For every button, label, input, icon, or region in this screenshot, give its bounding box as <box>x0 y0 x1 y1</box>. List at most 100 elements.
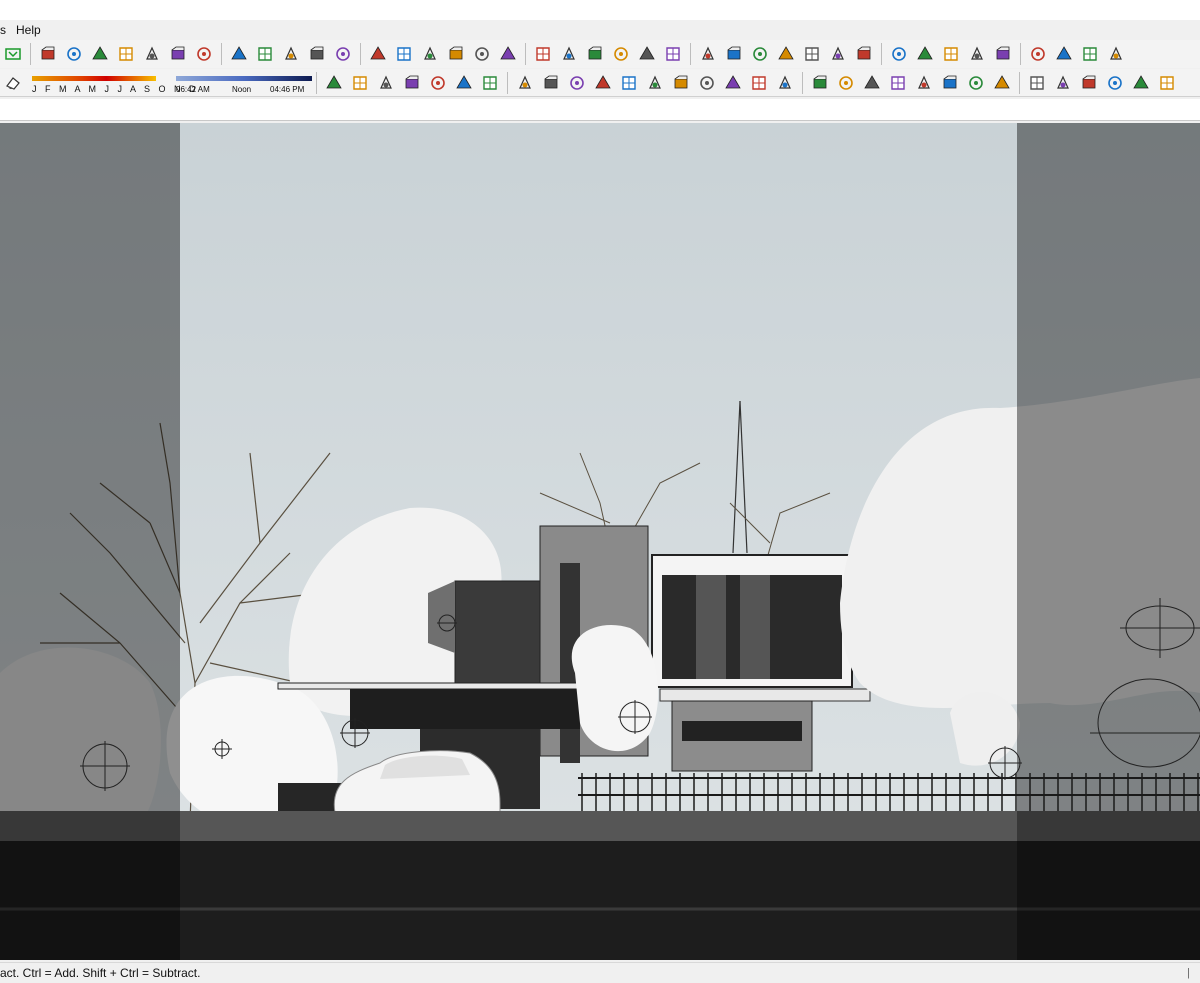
group-icon[interactable] <box>808 71 832 95</box>
ruler-icon[interactable] <box>669 71 693 95</box>
sandbox-icon[interactable] <box>366 42 390 66</box>
doors-icon[interactable] <box>539 71 563 95</box>
menu-item-tools[interactable]: s <box>0 23 6 37</box>
offset-icon[interactable] <box>583 42 607 66</box>
cube-outline-icon[interactable] <box>886 71 910 95</box>
square-icon[interactable] <box>478 71 502 95</box>
stop-icon[interactable] <box>1078 42 1102 66</box>
plugin-icon[interactable] <box>722 42 746 66</box>
menu-bar: s Help <box>0 20 1200 40</box>
push-pull-icon[interactable] <box>531 42 555 66</box>
smoove-icon[interactable] <box>392 42 416 66</box>
solid-tools-icon[interactable] <box>635 42 659 66</box>
gear-icon[interactable] <box>852 42 876 66</box>
dome-icon[interactable] <box>747 71 771 95</box>
teapot-icon[interactable] <box>1077 71 1101 95</box>
eye-icon[interactable] <box>696 42 720 66</box>
toolbar-separator <box>1019 71 1020 94</box>
drape-icon[interactable] <box>444 42 468 66</box>
eraser-icon[interactable] <box>1 71 25 95</box>
front-view-icon[interactable] <box>88 42 112 66</box>
model-viewport[interactable] <box>0 123 1200 960</box>
table-icon[interactable] <box>513 71 537 95</box>
menu-item-help[interactable]: Help <box>16 23 41 37</box>
sketchup-window: s Help J F M A M J J A S O N D 06:42 AM … <box>0 0 1200 983</box>
rectangle-icon[interactable] <box>965 42 989 66</box>
top-view-icon[interactable] <box>62 42 86 66</box>
star-icon[interactable] <box>721 71 745 95</box>
outer-shell-icon[interactable] <box>661 42 685 66</box>
cycle-icon[interactable] <box>1155 71 1179 95</box>
cube-icon[interactable] <box>374 71 398 95</box>
flip-edge-icon[interactable] <box>496 42 520 66</box>
position-camera-icon[interactable] <box>800 42 824 66</box>
month-labels: J F M A M J J A S O N D <box>32 83 199 94</box>
stamp-icon[interactable] <box>418 42 442 66</box>
toolbar-separator <box>507 71 508 94</box>
month-slider-track <box>32 75 156 81</box>
time-slider-track <box>176 75 312 81</box>
toolbar-separator <box>30 43 31 65</box>
status-right-mark: | <box>1187 967 1190 979</box>
left-view-icon[interactable] <box>166 42 190 66</box>
ring-icon[interactable] <box>643 71 667 95</box>
camera-icon[interactable] <box>591 71 615 95</box>
wireframe-icon[interactable] <box>253 42 277 66</box>
play-icon[interactable] <box>1052 42 1076 66</box>
title-strip <box>0 0 1200 20</box>
textured-icon[interactable] <box>331 42 355 66</box>
toolbar-separator <box>221 43 222 65</box>
vray-icon[interactable] <box>1026 42 1050 66</box>
house-icon[interactable] <box>565 71 589 95</box>
toolbar-separator <box>316 71 317 94</box>
look-around-icon[interactable] <box>774 42 798 66</box>
secondary-toolbar: J F M A M J J A S O N D 06:42 AM Noon 04… <box>0 69 1200 97</box>
intersect-icon[interactable] <box>609 42 633 66</box>
right-view-icon[interactable] <box>114 42 138 66</box>
line-icon[interactable] <box>939 42 963 66</box>
back-view-icon[interactable] <box>140 42 164 66</box>
sphere-wire-icon[interactable] <box>964 71 988 95</box>
cube-solid-icon[interactable] <box>912 71 936 95</box>
grass-icon[interactable] <box>400 71 424 95</box>
bottom-view-icon[interactable] <box>192 42 216 66</box>
hidden-line-icon[interactable] <box>279 42 303 66</box>
globe-icon[interactable] <box>938 71 962 95</box>
month-slider[interactable]: J F M A M J J A S O N D <box>30 70 196 96</box>
zoom-extents-icon[interactable] <box>826 42 850 66</box>
sphere-icon[interactable] <box>773 71 797 95</box>
section-plane-icon[interactable] <box>36 42 60 66</box>
box-icon[interactable] <box>348 71 372 95</box>
dimension-icon[interactable] <box>322 71 346 95</box>
status-hint: act. Ctrl = Add. Shift + Ctrl = Subtract… <box>0 966 201 980</box>
shadow-settings: J F M A M J J A S O N D 06:42 AM Noon 04… <box>30 70 312 96</box>
layers-icon[interactable] <box>834 71 858 95</box>
walk-icon[interactable] <box>748 42 772 66</box>
plane-icon[interactable] <box>860 71 884 95</box>
scene-render <box>0 123 1200 960</box>
shaded-icon[interactable] <box>305 42 329 66</box>
hand-icon[interactable] <box>990 71 1014 95</box>
brush-icon[interactable] <box>426 71 450 95</box>
refresh-icon[interactable] <box>1129 71 1153 95</box>
material-icon[interactable] <box>1051 71 1075 95</box>
time-slider[interactable]: 06:42 AM Noon 04:46 PM <box>176 70 312 96</box>
iso-view-icon[interactable] <box>227 42 251 66</box>
section-plane-icon[interactable] <box>1 42 25 66</box>
cone-icon[interactable] <box>913 42 937 66</box>
palette-icon[interactable] <box>1025 71 1049 95</box>
time-start-label: 06:42 AM <box>176 84 210 94</box>
follow-me-icon[interactable] <box>557 42 581 66</box>
time-noon-label: Noon <box>232 84 252 94</box>
toolbar-separator <box>690 43 691 65</box>
grid-icon[interactable] <box>452 71 476 95</box>
sun-icon[interactable] <box>887 42 911 66</box>
toolbar-separator <box>1020 43 1021 65</box>
hide-icon[interactable] <box>991 42 1015 66</box>
pin-icon[interactable] <box>695 71 719 95</box>
render-icon[interactable] <box>1103 71 1127 95</box>
component-icon[interactable] <box>1104 42 1128 66</box>
add-detail-icon[interactable] <box>470 42 494 66</box>
viewport-header <box>0 99 1200 121</box>
lamp-icon[interactable] <box>617 71 641 95</box>
